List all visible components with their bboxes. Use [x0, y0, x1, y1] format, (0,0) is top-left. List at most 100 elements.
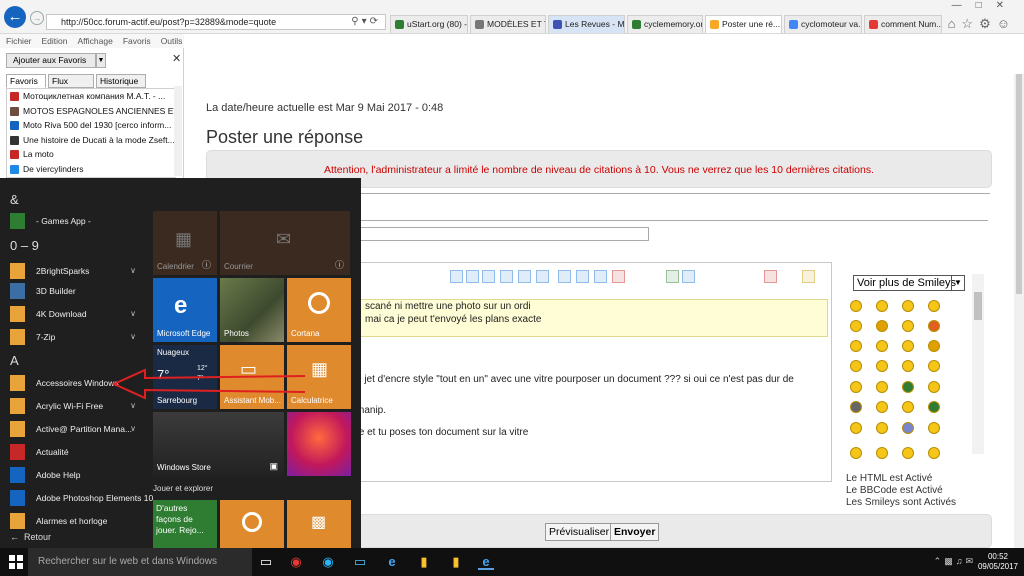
tab-1[interactable]: MODÈLES ET TY... — [470, 15, 546, 33]
menu-item-0[interactable]: Fichier — [6, 36, 32, 46]
toolbar-button[interactable] — [648, 270, 661, 283]
smiley-icon[interactable] — [850, 422, 862, 434]
app-item[interactable]: Adobe Help — [8, 465, 148, 485]
clock[interactable]: 00:52 09/05/2017 — [978, 552, 1018, 572]
smiley-icon[interactable] — [876, 360, 888, 372]
smiley-icon[interactable] — [928, 401, 940, 413]
menu-item-3[interactable]: Favoris — [123, 36, 151, 46]
toolbar-button[interactable] — [576, 270, 589, 283]
smiley-icon[interactable] — [850, 300, 862, 312]
home-star-gear-icons[interactable]: ⌂☆⚙☺ — [948, 16, 1016, 32]
folder-icon[interactable]: ▮ — [416, 554, 432, 570]
tab-favoris[interactable]: Favoris — [6, 74, 46, 88]
smiley-icon[interactable] — [928, 320, 940, 332]
send-button[interactable]: Envoyer — [610, 523, 660, 541]
smiley-icon[interactable] — [850, 360, 862, 372]
smiley-icon[interactable] — [928, 381, 940, 393]
smiley-icon[interactable] — [876, 300, 888, 312]
tab-6[interactable]: comment Num... — [864, 15, 942, 33]
smiley-icon[interactable] — [876, 320, 888, 332]
toolbar-button[interactable] — [720, 270, 733, 283]
tile-films[interactable]: ▩ — [287, 500, 351, 548]
chrome-icon[interactable]: ◉ — [288, 554, 304, 570]
app-item[interactable]: 2BrightSparks ∨ — [8, 261, 148, 281]
window-controls[interactable]: —□✕ — [952, 0, 1018, 12]
edge-icon[interactable]: e — [384, 554, 400, 570]
favorite-item[interactable]: MOTOS ESPAGNOLES ANCIENNES ET ... — [7, 104, 176, 119]
smiley-icon[interactable] — [876, 447, 888, 459]
app-item[interactable]: Active@ Partition Mana... ∨ — [8, 419, 148, 439]
close-icon[interactable]: ✕ — [172, 52, 181, 65]
address-bar[interactable]: http://50cc.forum-actif.eu/post?p=32889&… — [46, 14, 386, 30]
tile-store[interactable]: Windows Store ▣ — [153, 412, 284, 476]
toolbar-button[interactable] — [390, 270, 403, 283]
toolbar-button[interactable] — [682, 270, 695, 283]
tile-cortana[interactable]: Cortana — [287, 278, 351, 342]
toolbar-button[interactable] — [408, 270, 421, 283]
smiley-icon[interactable] — [876, 401, 888, 413]
tile-edge[interactable]: e Microsoft Edge — [153, 278, 217, 342]
smiley-icon[interactable] — [902, 340, 914, 352]
tab-4[interactable]: Poster une ré... — [705, 15, 782, 33]
tile-candy-crush[interactable] — [287, 412, 351, 476]
message-editor[interactable] — [356, 262, 832, 482]
toolbar-button[interactable] — [612, 270, 625, 283]
smiley-icon[interactable] — [850, 340, 862, 352]
smiley-icon[interactable] — [850, 401, 862, 413]
toolbar-button[interactable] — [450, 270, 463, 283]
ie-icon[interactable]: e — [478, 554, 494, 570]
toolbar-button[interactable] — [370, 270, 383, 283]
app-item[interactable]: 7-Zip ∨ — [8, 327, 148, 347]
forward-arrow-icon[interactable]: → — [30, 11, 44, 25]
tab-2[interactable]: Les Revues - Mé... — [548, 15, 625, 33]
tile-calendrier[interactable]: ▦ ⓘ Calendrier — [153, 211, 217, 275]
app-item[interactable]: Adobe Photoshop Elements 10 — [8, 488, 153, 508]
smiley-icon[interactable] — [876, 340, 888, 352]
smiley-icon[interactable] — [928, 447, 940, 459]
app-item[interactable]: 4K Download ∨ — [8, 304, 148, 324]
windows-logo-icon[interactable] — [8, 554, 24, 570]
tab-0[interactable]: uStart.org (80) - ... — [390, 15, 468, 33]
toolbar-button[interactable] — [500, 270, 513, 283]
menu-item-4[interactable]: Outils — [161, 36, 183, 46]
app-item[interactable]: Alarmes et horloge — [8, 511, 148, 531]
toolbar-button[interactable] — [632, 270, 645, 283]
toolbar-button[interactable] — [558, 270, 571, 283]
app-item[interactable]: - Games App - — [8, 211, 148, 231]
page-scrollbar[interactable] — [1014, 74, 1024, 548]
toolbar-button[interactable] — [466, 270, 479, 283]
menu-item-1[interactable]: Edition — [42, 36, 68, 46]
favorites-scrollbar[interactable] — [174, 86, 182, 176]
toolbar-button[interactable] — [802, 270, 815, 283]
tab-3[interactable]: cyclememory.org — [627, 15, 703, 33]
taskbar-search-input[interactable]: Rechercher sur le web et dans Windows — [28, 548, 252, 576]
toolbar-button[interactable] — [594, 270, 607, 283]
favorite-item[interactable]: Une histoire de Ducati à la mode Zseft..… — [7, 133, 176, 148]
smiley-select[interactable]: Voir plus de Smileys ▼ — [853, 275, 965, 291]
favorite-item[interactable]: Мотоциклетная компания M.A.T. - ... — [7, 89, 176, 104]
smiley-icon[interactable] — [850, 320, 862, 332]
smiley-icon[interactable] — [850, 381, 862, 393]
chevron-down-icon[interactable]: ▼ — [96, 53, 106, 68]
add-favorites-button[interactable]: Ajouter aux Favoris — [6, 53, 96, 68]
toolbar-button[interactable] — [820, 270, 833, 283]
app-icon[interactable]: ▭ — [352, 554, 368, 570]
tab-flux[interactable]: Flux — [48, 74, 94, 88]
toolbar-button[interactable] — [764, 270, 777, 283]
toolbar-button[interactable] — [482, 270, 495, 283]
search-refresh-icons[interactable]: ⚲▾⟳ — [351, 15, 381, 29]
back-button[interactable]: ← Retour — [10, 532, 51, 542]
smiley-scrollbar[interactable] — [972, 274, 984, 454]
smiley-icon[interactable] — [876, 381, 888, 393]
toolbar-button[interactable] — [428, 270, 441, 283]
subject-input[interactable] — [356, 227, 649, 241]
smiley-icon[interactable] — [876, 422, 888, 434]
toolbar-button[interactable] — [704, 270, 717, 283]
preview-button[interactable]: Prévisualiser — [545, 523, 614, 541]
app-item[interactable]: Actualité — [8, 442, 148, 462]
smiley-icon[interactable] — [902, 360, 914, 372]
toolbar-button[interactable] — [746, 270, 759, 283]
back-arrow-icon[interactable]: ← — [4, 6, 26, 28]
task-view-icon[interactable]: ▭ — [258, 554, 274, 570]
tab-historique[interactable]: Historique — [96, 74, 146, 88]
